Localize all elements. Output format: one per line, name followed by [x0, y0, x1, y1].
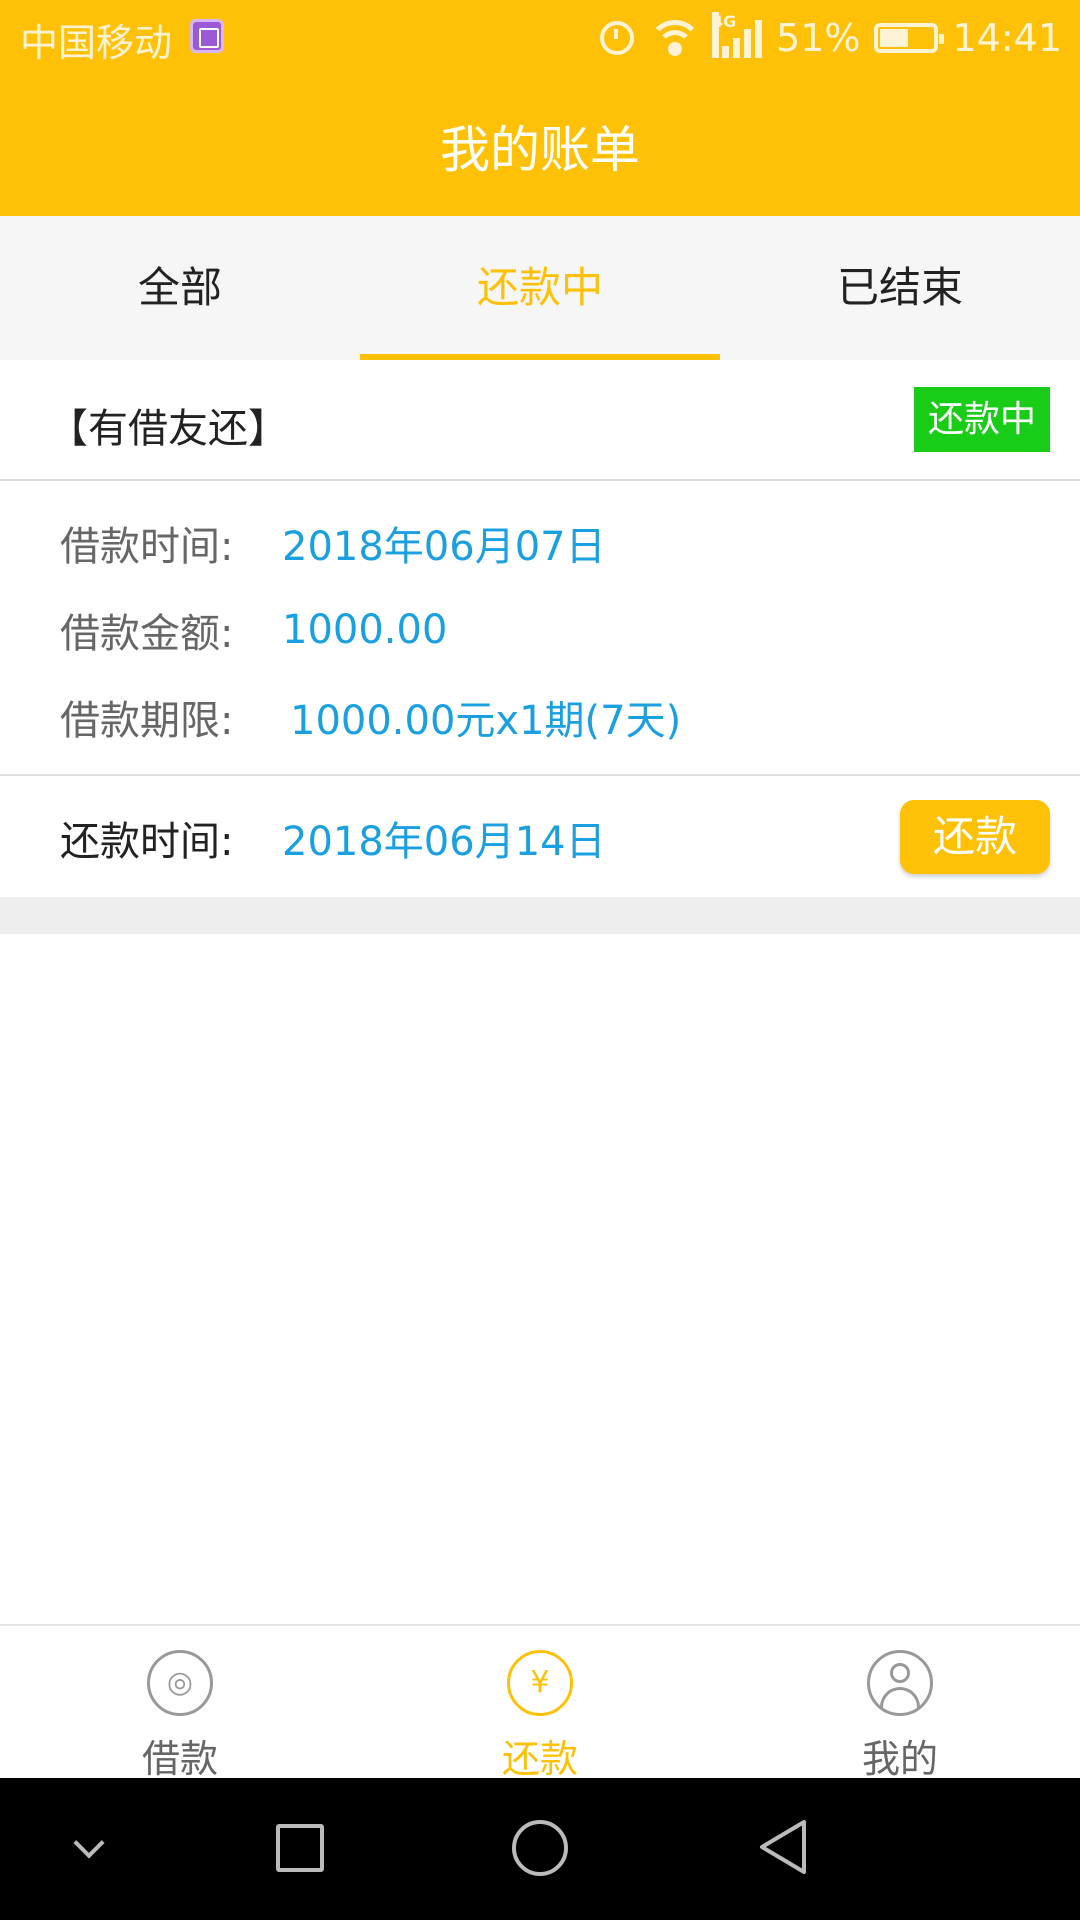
hide-nav-icon[interactable] [73, 1827, 105, 1859]
app-header: 中国移动 4G 51% 14:41 我的账单 [0, 0, 1080, 216]
loan-time-label: 借款时间: [60, 524, 234, 570]
loan-term-label: 借款期限: [60, 698, 234, 744]
coins-icon: ◎ [147, 1650, 213, 1716]
status-icons: 4G 51% 14:41 [600, 10, 1062, 66]
bottom-nav: ◎ 借款 ¥ 还款 我的 [0, 1624, 1080, 1781]
tab-repaying[interactable]: 还款中 [360, 216, 720, 360]
user-icon [867, 1650, 933, 1716]
back-icon[interactable] [756, 1818, 808, 1876]
lender-name: 【有借友还】 [48, 406, 288, 452]
battery-percent: 51% [776, 16, 861, 60]
loan-amount-value: 1000.00 [282, 607, 448, 653]
loan-amount-row: 借款金额: 1000.00 [60, 600, 447, 660]
loan-time-row: 借款时间: 2018年06月07日 [60, 513, 606, 573]
nav-label-repay: 还款 [501, 1737, 578, 1781]
nav-item-borrow[interactable]: ◎ 借款 [0, 1626, 360, 1781]
yuan-icon: ¥ [507, 1650, 573, 1716]
repay-button[interactable]: 还款 [900, 800, 1050, 874]
alarm-icon [600, 21, 635, 55]
battery-icon [874, 23, 945, 53]
nav-label-borrow: 借款 [141, 1737, 218, 1781]
page-title: 我的账单 [440, 121, 640, 179]
signal-icon: 4G [712, 12, 763, 58]
loan-time-value: 2018年06月07日 [282, 524, 606, 570]
status-badge: 还款中 [914, 387, 1050, 452]
bill-card-header: 【有借友还】 还款中 [0, 360, 1080, 481]
gallery-notification-icon [190, 19, 224, 53]
network-type: 4G [712, 12, 736, 58]
nav-label-mine: 我的 [861, 1737, 938, 1781]
repay-time-label: 还款时间: [60, 819, 234, 865]
home-icon[interactable] [512, 1820, 568, 1876]
carrier-name: 中国移动 [20, 21, 173, 65]
section-divider [0, 897, 1080, 934]
nav-item-repay[interactable]: ¥ 还款 [360, 1626, 720, 1781]
filter-tabs: 全部 还款中 已结束 [0, 216, 1080, 360]
clock: 14:41 [952, 16, 1062, 60]
tab-finished[interactable]: 已结束 [720, 216, 1080, 360]
wifi-icon [648, 18, 703, 58]
system-nav-bar [0, 1778, 1080, 1920]
repay-row: 还款时间: 2018年06月14日 还款 [0, 777, 1080, 897]
loan-amount-label: 借款金额: [60, 611, 234, 657]
tab-all[interactable]: 全部 [0, 216, 360, 360]
loan-term-value: 1000.00元x1期(7天) [290, 698, 682, 744]
repay-time-value: 2018年06月14日 [282, 819, 606, 865]
bill-details: 借款时间: 2018年06月07日 借款金额: 1000.00 借款期限: 10… [0, 483, 1080, 776]
nav-item-mine[interactable]: 我的 [720, 1626, 1080, 1781]
recents-icon[interactable] [276, 1824, 324, 1872]
status-bar: 中国移动 4G 51% 14:41 [0, 0, 1080, 76]
loan-term-row: 借款期限: 1000.00元x1期(7天) [60, 687, 681, 747]
